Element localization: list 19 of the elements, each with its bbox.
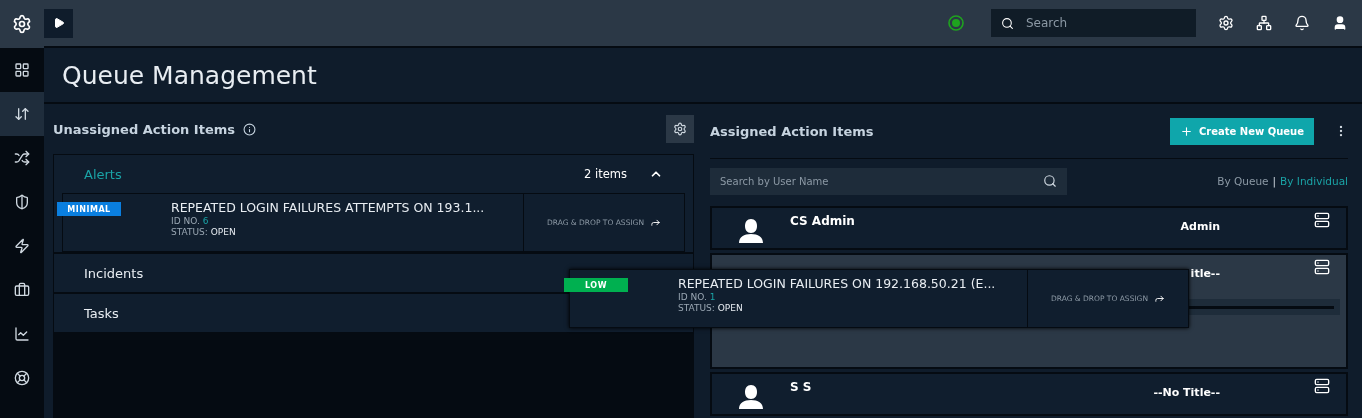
user-title: --No Title-- [1152, 386, 1220, 399]
item-title: REPEATED LOGIN FAILURES ATTEMPTS ON 193.1... [171, 200, 486, 215]
item-title: REPEATED LOGIN FAILURES ON 192.168.50.21 (E... [678, 276, 997, 291]
page-title: Queue Management [62, 60, 317, 90]
user-name: CS Admin [790, 214, 856, 228]
severity-badge: MINIMAL [57, 202, 121, 216]
severity-badge: LOW [564, 278, 628, 292]
item-id: ID NO. 6 [171, 216, 210, 226]
panel-title: Unassigned Action Items [53, 121, 236, 137]
item-id: ID NO. 1 [678, 292, 717, 302]
user-title: Admin [1179, 220, 1220, 233]
item-count: 2 items [584, 167, 627, 181]
separator: | [1272, 175, 1277, 187]
panel-title: Assigned Action Items [710, 123, 874, 139]
group-label: Alerts [84, 166, 122, 182]
item-status: STATUS: OPEN [171, 227, 237, 237]
user-name: S S [790, 380, 813, 394]
user-title: itle-- [1189, 267, 1220, 280]
item-status: STATUS: OPEN [678, 303, 744, 313]
